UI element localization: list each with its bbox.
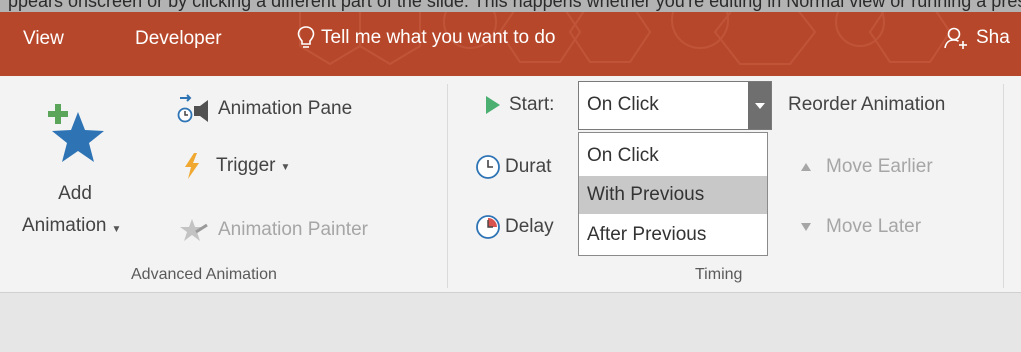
reorder-animation-label: Reorder Animation [788,94,945,116]
tell-me-box[interactable]: Tell me what you want to do [297,22,555,54]
start-select-value: On Click [587,94,659,115]
ribbon-body: Add Animation ▼ Animation Pane Trigger ▼ [0,76,1021,293]
chevron-down-icon [754,102,765,109]
tell-me-text: Tell me what you want to do [321,27,556,48]
reorder-animation-text: Reorder Animation [788,94,946,115]
chevron-down-icon: ▼ [280,161,291,173]
move-later-label: Move Later [826,216,922,237]
group-separator [447,84,448,288]
person-add-icon [944,27,967,49]
add-animation-star-icon [48,104,104,162]
play-icon [485,95,501,115]
start-dropdown-button[interactable] [748,82,771,129]
slide-hint-strip: ppears onscreen or by clicking a differe… [0,0,1021,12]
delay-field[interactable]: Delay [475,214,554,240]
add-animation-label-line2: Animation ▼ [22,215,121,237]
lightning-icon [182,152,202,180]
start-label: Start: [485,94,554,116]
share-button[interactable]: Sha [944,22,1010,54]
start-option-with-previous[interactable]: With Previous [579,176,767,214]
triangle-down-icon [800,222,812,232]
group-separator [1003,84,1004,288]
delay-clock-icon [475,214,501,240]
start-select[interactable]: On Click [578,81,772,130]
slide-hint-text: ppears onscreen or by clicking a differe… [8,0,1021,11]
trigger-button[interactable]: Trigger ▼ [182,152,290,180]
move-later-button[interactable]: Move Later [800,216,921,238]
group-label-advanced-animation: Advanced Animation [131,266,277,283]
clock-icon [475,154,501,180]
add-animation-label-line1: Add [58,183,92,204]
move-earlier-label: Move Earlier [826,156,933,177]
add-animation-button[interactable]: Add Animation ▼ [22,90,150,260]
share-label: Sha [976,27,1010,48]
triangle-up-icon [800,162,812,172]
chevron-down-icon: ▼ [111,224,122,235]
group-label-timing: Timing [695,266,743,283]
duration-field[interactable]: Durat [475,154,551,180]
start-dropdown-list: On Click With Previous After Previous [578,132,768,256]
animation-painter-label: Animation Painter [218,219,368,240]
animation-pane-label: Animation Pane [218,98,353,119]
move-earlier-button[interactable]: Move Earlier [800,156,933,178]
tab-view[interactable]: View [23,28,64,50]
animation-painter-icon [176,216,210,244]
tab-developer[interactable]: Developer [135,28,222,50]
animation-painter-button[interactable]: Animation Painter [176,216,368,244]
trigger-label: Trigger [216,155,276,176]
delay-label: Delay [505,216,554,237]
animation-pane-button[interactable]: Animation Pane [176,94,352,124]
ribbon-tab-bar: View Developer Tell me what you want to … [0,12,1021,76]
animation-pane-icon [176,94,210,124]
start-option-on-click[interactable]: On Click [579,137,767,175]
start-label-text: Start: [509,94,555,115]
start-option-after-previous[interactable]: After Previous [579,216,767,254]
lightbulb-icon [297,26,315,48]
add-animation-label-text: Animation [22,215,107,236]
duration-label: Durat [505,156,552,177]
